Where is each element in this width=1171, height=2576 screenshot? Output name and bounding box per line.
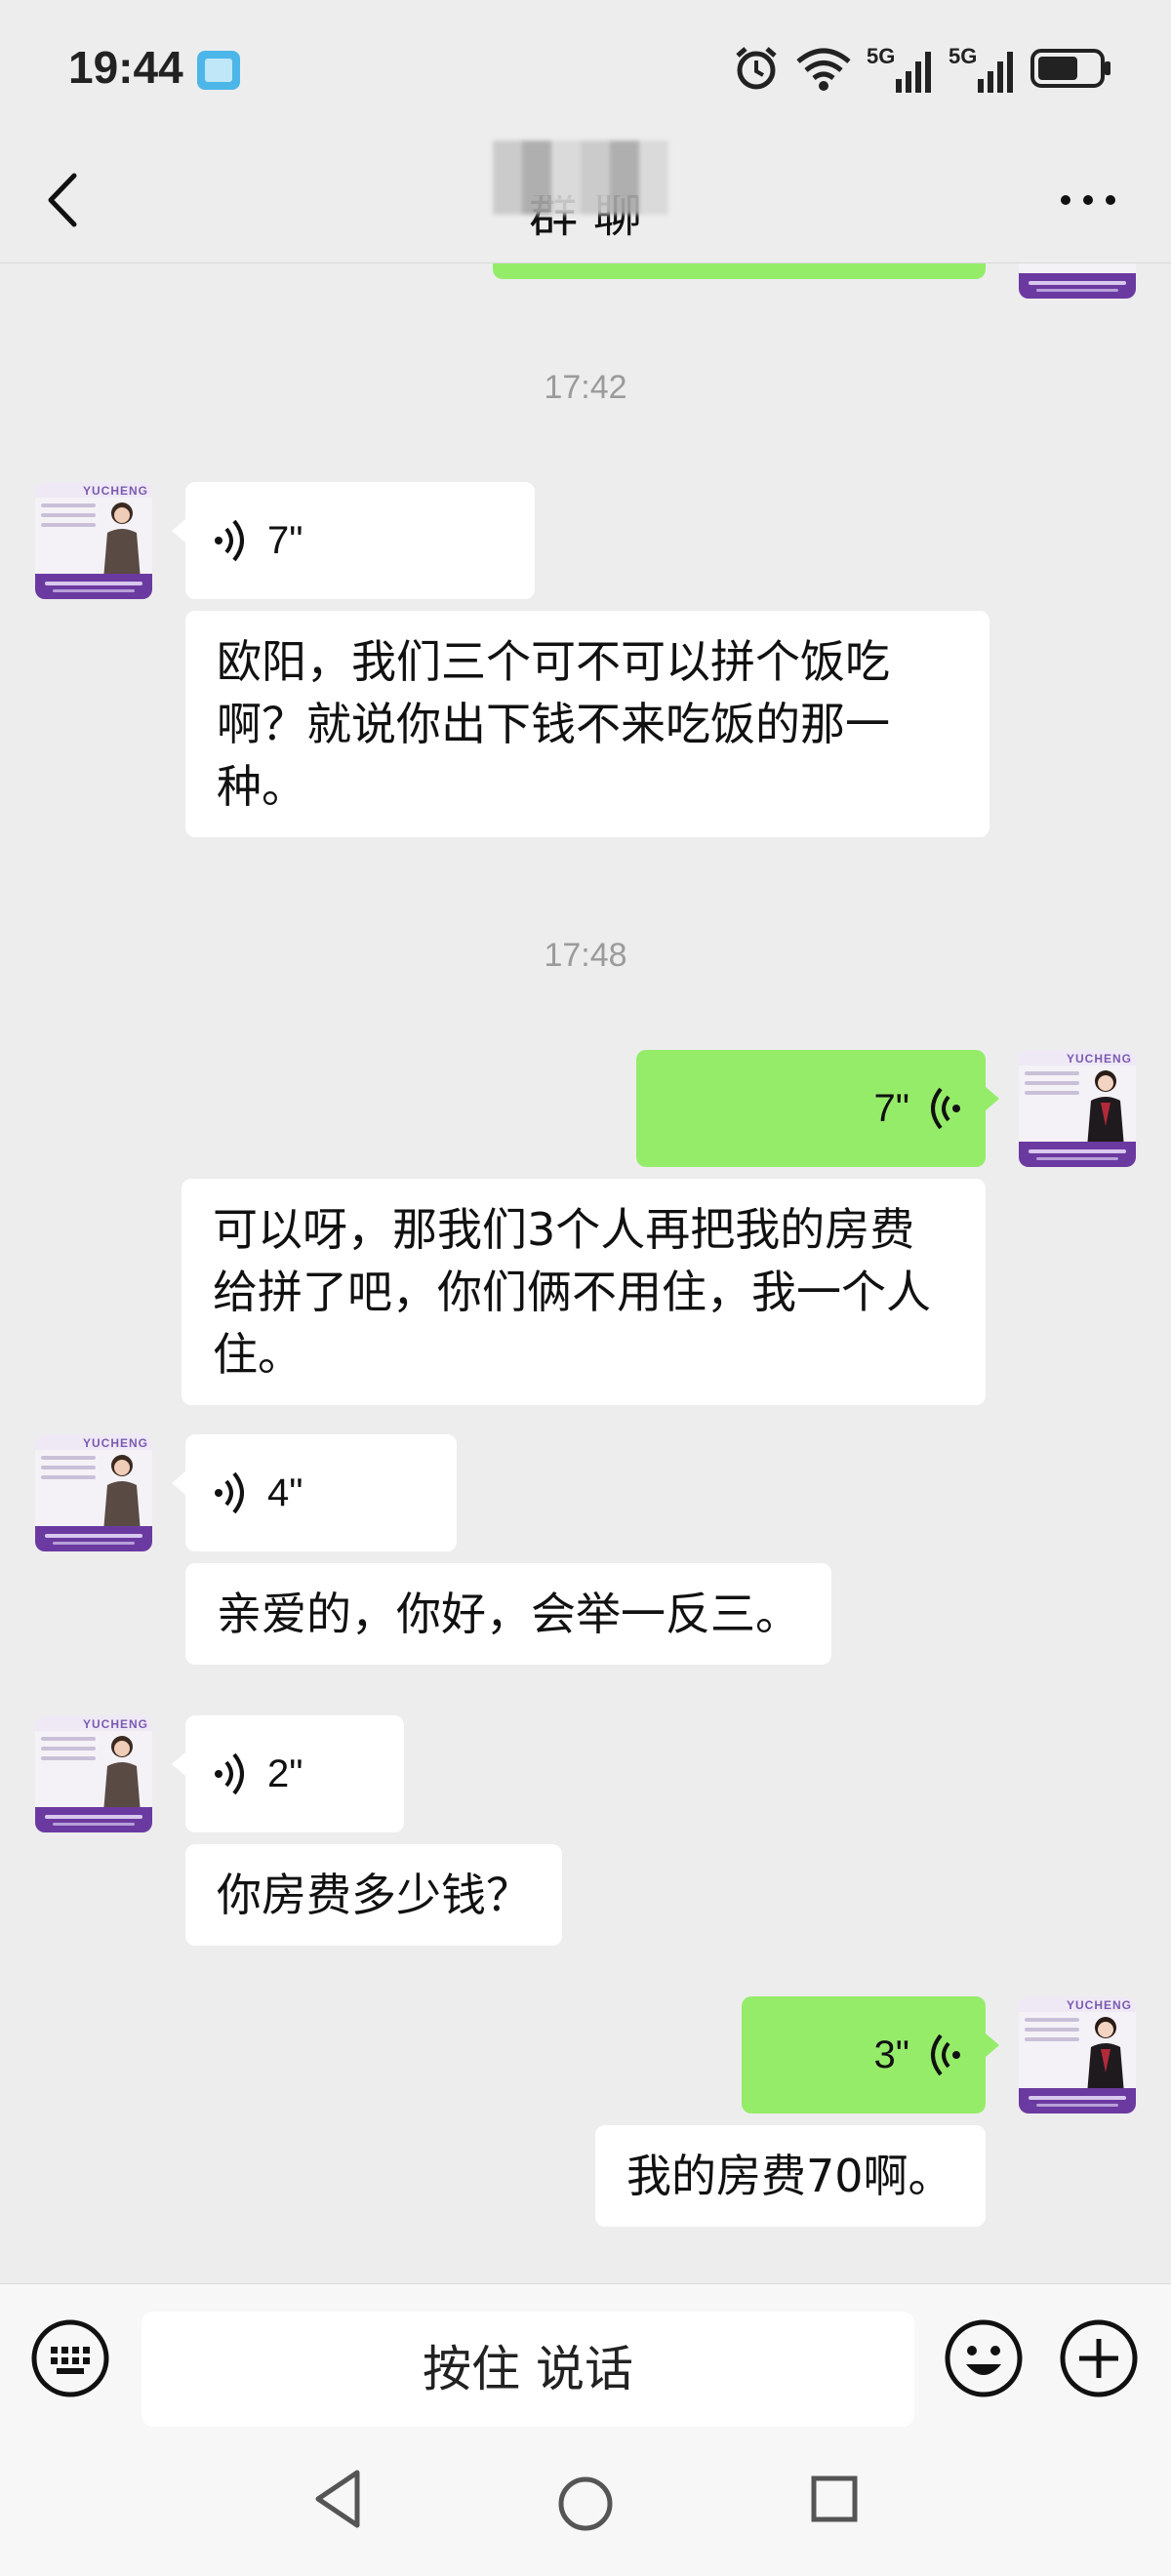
voice-message[interactable]: 2" [172,1715,404,1832]
message-text: 你房费多少钱？ [217,1869,531,1921]
more-dots-icon[interactable] [1054,185,1122,215]
alarm-icon [736,47,777,90]
avatar[interactable]: YUCHENG [1019,1050,1136,1167]
status-bar: 19:44 5G 5G [0,0,1171,137]
voice-wave-icon [215,519,244,562]
voice-duration: 4" [267,1471,303,1514]
text-message[interactable]: 亲爱的，你好，会举一反三。 [185,1563,831,1665]
timestamp: 17:48 [544,937,627,974]
timestamp: 17:42 [544,369,627,406]
signal-5g-icon: 5G [949,44,1017,93]
avatar[interactable]: YUCHENG [35,1715,152,1832]
voice-wave-icon [215,1752,244,1795]
avatar [1019,263,1136,299]
text-message[interactable]: 可以呀，那我们3个人再把我的房费给拼了吧，你们俩不用住，我一个人住。 [182,1179,986,1405]
text-message[interactable]: 你房费多少钱？ [185,1844,562,1946]
voice-message[interactable]: 7" [172,482,535,599]
avatar[interactable]: YUCHENG [35,482,152,599]
message-text: 可以呀，那我们3个人再把我的房费给拼了吧，你们俩不用住，我一个人住。 [213,1203,931,1381]
system-nav-bar [0,2430,1171,2576]
voice-message[interactable]: 7" [636,1050,999,1167]
status-icons: 5G 5G [732,39,1112,98]
voice-message[interactable]: 3" [742,1996,999,2113]
avatar[interactable]: YUCHENG [35,1434,152,1551]
network-label: 5G [867,44,896,68]
input-bar: 按住 说话 [0,2283,1171,2430]
signal-5g-icon: 5G [867,44,935,93]
message-text: 欧阳，我们三个可不可以拼个饭吃啊？就说你出下钱不来吃饭的那一种。 [217,635,890,813]
voice-duration: 7" [873,1087,909,1130]
voice-message[interactable]: 4" [172,1434,457,1551]
voice-wave-icon [215,1471,244,1514]
avatar-brand: YUCHENG [82,484,148,498]
chat-header: 群 聊 [0,137,1171,263]
avatar[interactable]: YUCHENG [1019,1996,1136,2113]
battery-icon [1030,49,1110,88]
book-icon [197,51,240,90]
partial-outgoing-bubble [493,263,986,279]
network-label: 5G [949,44,978,68]
emoji-icon[interactable] [943,2317,1025,2399]
voice-wave-icon [931,1087,960,1130]
wifi-icon [796,48,851,91]
nav-home-icon[interactable] [556,2475,615,2533]
text-message[interactable]: 我的房费70啊。 [595,2125,986,2227]
voice-duration: 3" [873,2033,909,2076]
nav-recent-icon[interactable] [810,2475,859,2523]
title-blur-mask [493,141,668,215]
message-text: 亲爱的，你好，会举一反三。 [217,1588,800,1640]
text-message[interactable]: 欧阳，我们三个可不可以拼个饭吃啊？就说你出下钱不来吃饭的那一种。 [185,611,989,837]
avatar-brand: YUCHENG [82,1717,148,1731]
plus-icon[interactable] [1058,2317,1140,2399]
avatar-brand: YUCHENG [1066,1052,1132,1066]
nav-back-icon[interactable] [308,2465,367,2533]
message-list[interactable]: 17:42 YUCHENG 7" 欧阳，我们三个可不可以拼个饭吃啊？就说你出下钱… [0,263,1171,2283]
status-time: 19:44 [68,42,183,93]
hold-to-talk-button[interactable]: 按住 说话 [141,2312,914,2427]
avatar-brand: YUCHENG [82,1436,148,1450]
avatar-brand: YUCHENG [1066,1998,1132,2012]
message-text: 我的房费70啊。 [626,2150,953,2202]
voice-duration: 2" [267,1752,303,1795]
keyboard-icon[interactable] [29,2317,111,2399]
voice-wave-icon [931,2033,960,2076]
voice-duration: 7" [267,519,303,562]
